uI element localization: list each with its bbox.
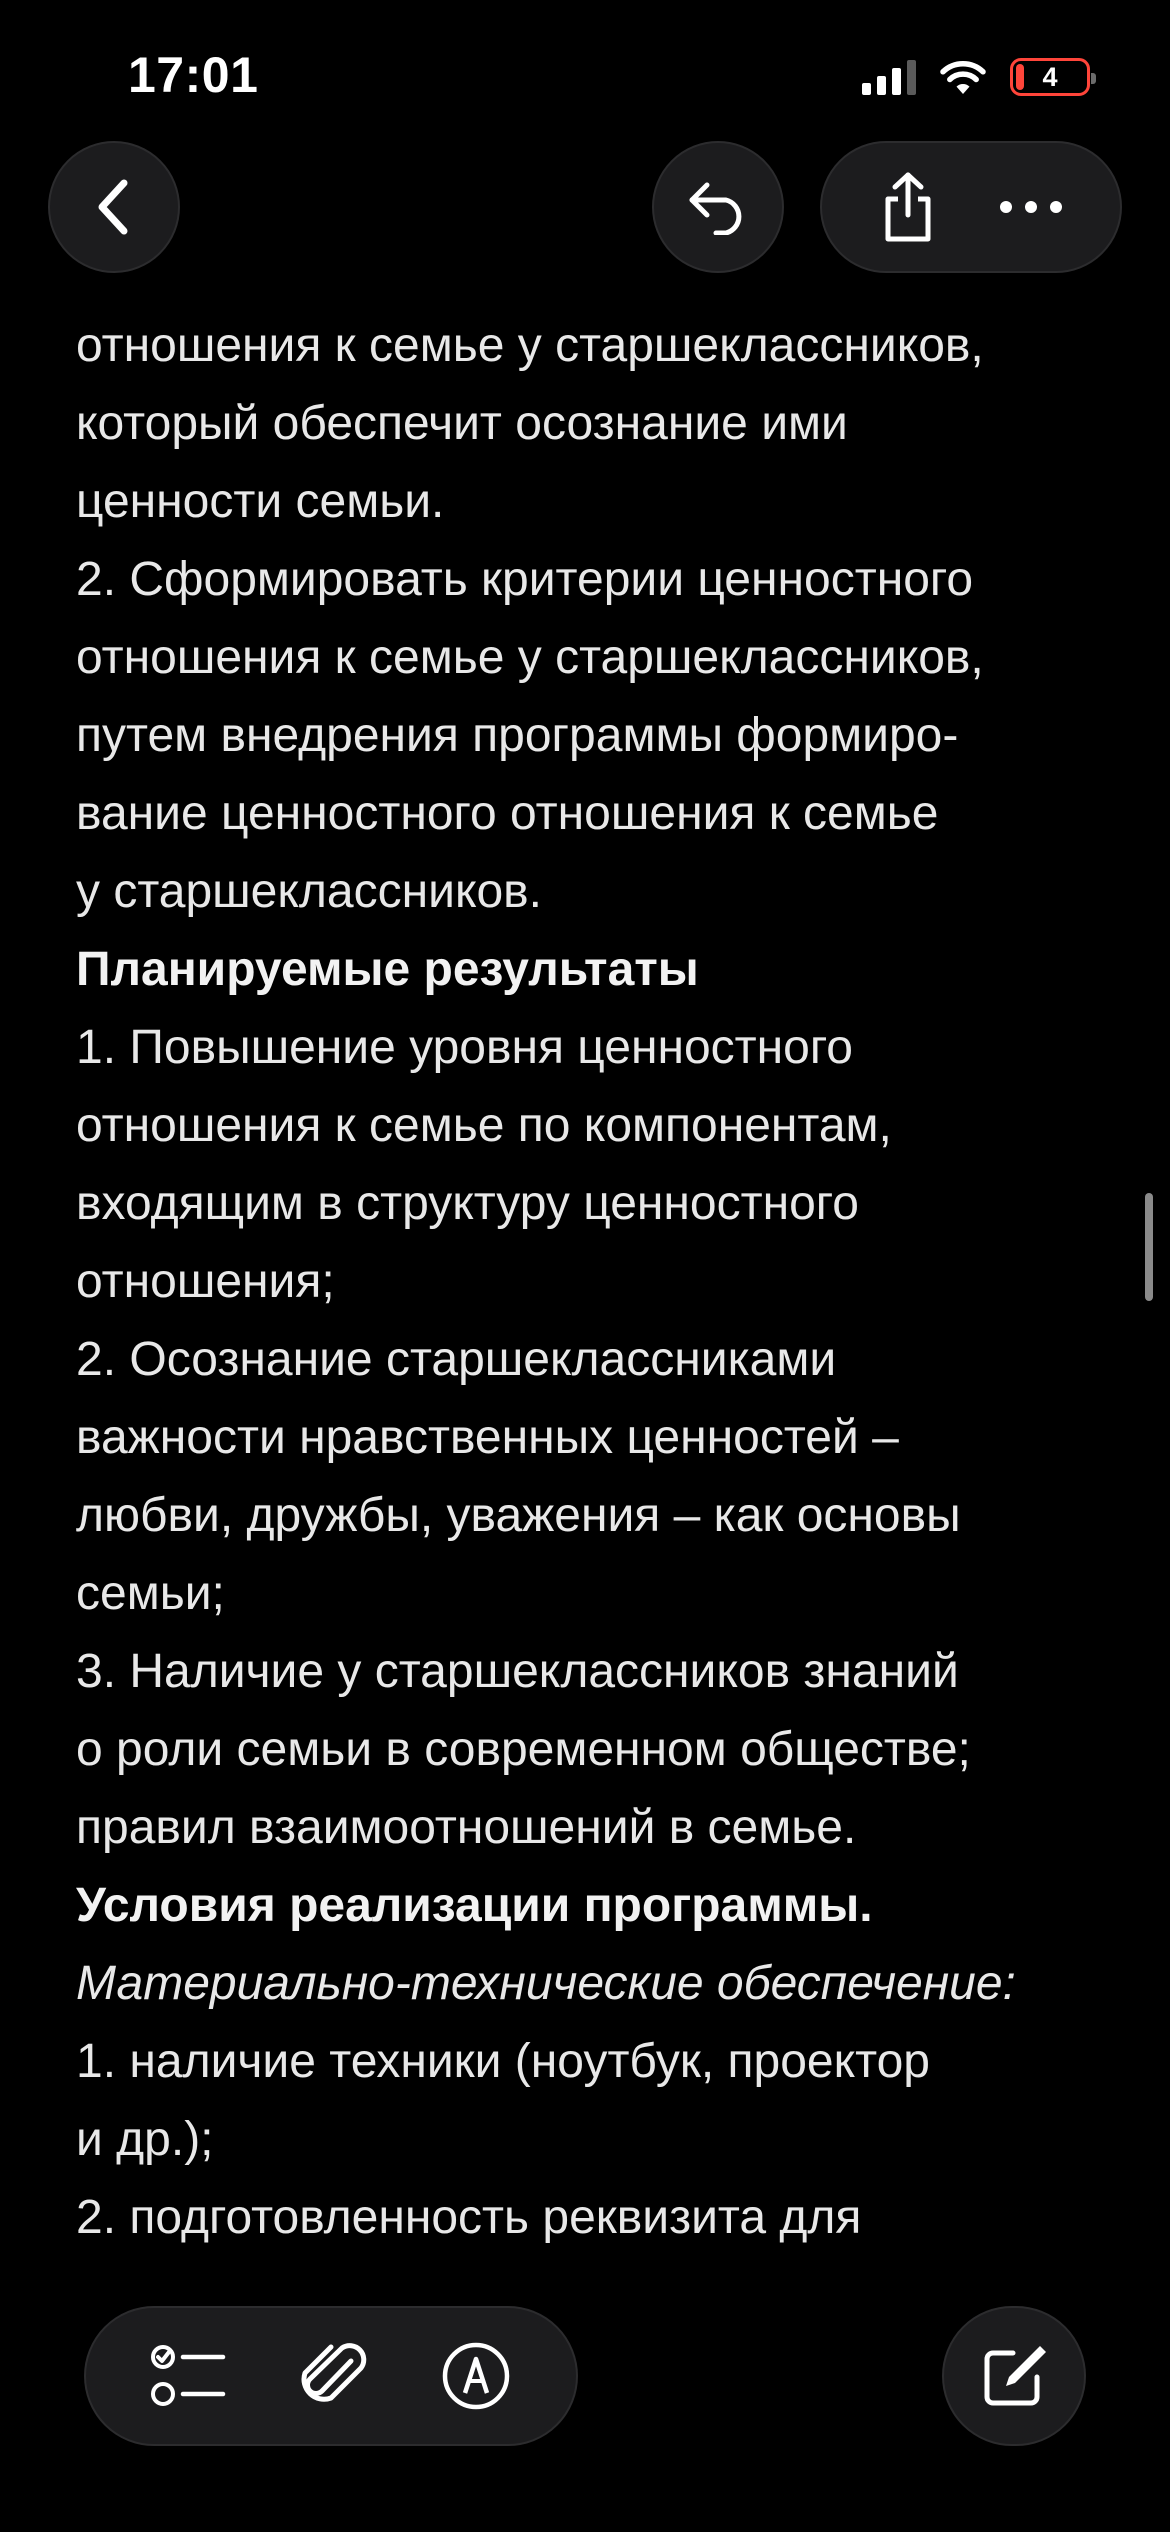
note-line: вание ценностного отношения к семье (76, 787, 939, 840)
undo-button[interactable] (652, 141, 784, 273)
note-line: 2. подготовленность реквизита для (76, 2191, 862, 2244)
note-body-text[interactable]: отношения к семье у старшеклассников, кот… (76, 307, 1116, 2257)
paperclip-icon[interactable] (301, 2341, 367, 2411)
compose-button[interactable] (942, 2306, 1086, 2446)
note-line: 2. Сформировать критерии ценностного (76, 553, 974, 606)
battery-level: 4 (1042, 61, 1058, 92)
note-line: у старшеклассников. (76, 865, 543, 918)
battery-level-fill (1016, 64, 1025, 90)
compose-icon (979, 2341, 1049, 2411)
back-button[interactable] (48, 141, 180, 273)
share-icon[interactable] (878, 171, 938, 243)
checklist-icon[interactable] (151, 2342, 227, 2410)
cellular-signal-icon (862, 59, 916, 95)
note-heading: Условия реализации программы. (76, 1879, 873, 1932)
note-line: входящим в структуру ценностного (76, 1177, 859, 1230)
status-time: 17:01 (128, 47, 259, 103)
note-line: 3. Наличие у старшеклассников знаний (76, 1645, 959, 1698)
note-line: ценности семьи. (76, 475, 445, 528)
undo-icon (686, 179, 750, 235)
note-line: отношения к семье у старшеклассников, (76, 631, 984, 684)
note-line: и др.); (76, 2113, 214, 2166)
note-line: отношения к семье по компонентам, (76, 1099, 892, 1152)
note-line: любви, дружбы, уважения – как основы (76, 1489, 961, 1542)
note-line: 1. Повышение уровня ценностного (76, 1021, 853, 1074)
note-line: правил взаимоотношений в семье. (76, 1801, 857, 1854)
note-line: 2. Осознание старшеклассниками (76, 1333, 837, 1386)
scroll-indicator[interactable] (1145, 1193, 1153, 1301)
battery-icon: 4 (1010, 58, 1096, 96)
status-indicators: 4 (862, 55, 1096, 99)
wifi-icon (938, 58, 988, 96)
note-line: путем внедрения программы формиро- (76, 709, 959, 762)
chevron-left-icon (92, 177, 136, 237)
note-line: отношения к семье у старшеклассников, (76, 319, 984, 372)
note-line: 1. наличие техники (ноутбук, проектор (76, 2035, 930, 2088)
note-heading: Планируемые результаты (76, 943, 699, 996)
note-line: который обеспечит осознание ими (76, 397, 848, 450)
note-line: важности нравственных ценностей – (76, 1411, 899, 1464)
ellipsis-icon[interactable] (998, 199, 1064, 215)
note-line: Материально-технические обеспечение: (76, 1957, 1016, 2010)
markup-icon[interactable] (441, 2341, 511, 2411)
note-line: о роли семьи в современном обществе; (76, 1723, 971, 1776)
bottom-toolbar (84, 2306, 578, 2446)
note-actions-group (820, 141, 1122, 273)
note-line: отношения; (76, 1255, 335, 1308)
note-line: семьи; (76, 1567, 225, 1620)
